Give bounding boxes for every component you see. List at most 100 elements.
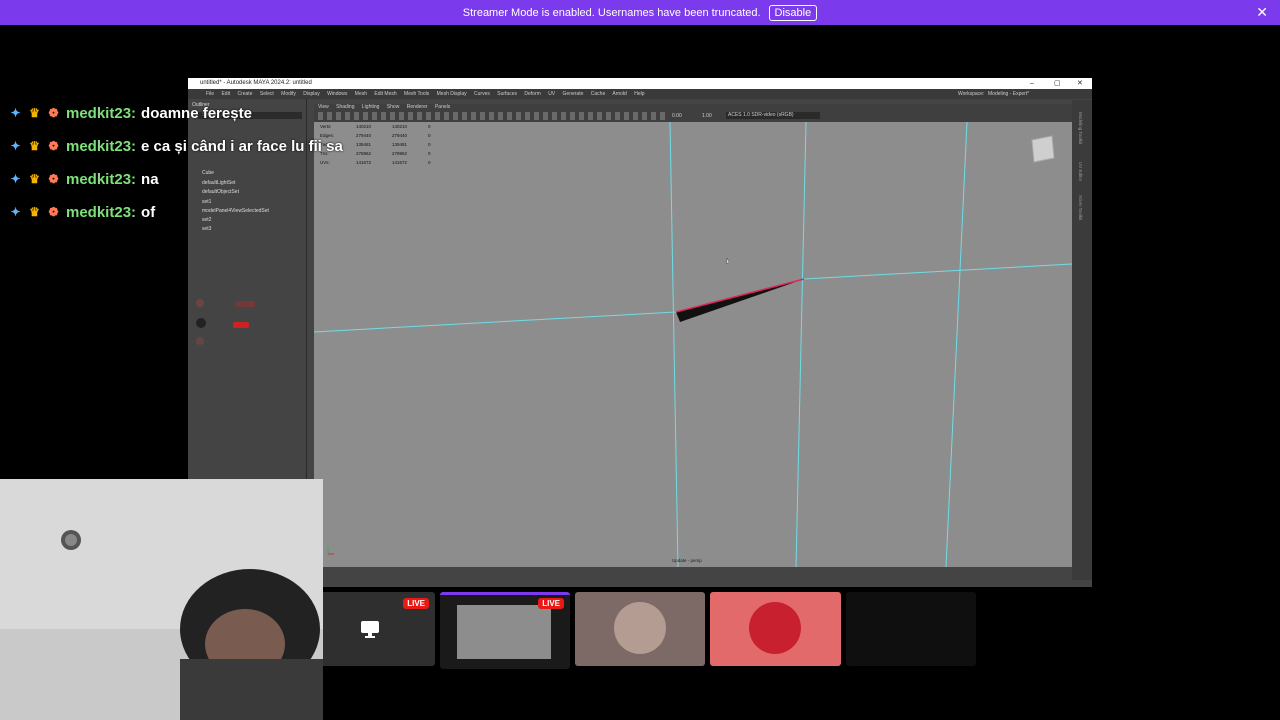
participant-tile-user[interactable] xyxy=(710,592,841,666)
menu-display[interactable]: Display xyxy=(303,91,319,97)
workspace-label: Workspace: xyxy=(958,91,985,97)
outliner-item[interactable]: defaultObjectSet xyxy=(202,189,239,195)
menu-create[interactable]: Create xyxy=(237,91,252,97)
workspace-select[interactable]: Modeling - Expert* xyxy=(988,89,1029,99)
colorspace-select[interactable]: ACES 1.0 SDR-video (sRGB) xyxy=(726,112,820,119)
hud-value: 141672 xyxy=(356,160,372,165)
webcam-image xyxy=(0,479,323,720)
live-badge: LIVE xyxy=(538,598,564,609)
screen-share-icon xyxy=(361,621,379,638)
participant-tile-maya-stream[interactable]: LIVE xyxy=(440,592,570,669)
panel-menu-lighting[interactable]: Lighting xyxy=(362,104,380,110)
crown-badge-icon: ♛ xyxy=(29,139,40,153)
menu-file[interactable]: File xyxy=(206,91,214,97)
close-icon[interactable]: ✕ xyxy=(1256,4,1268,21)
panel-menu-renderer[interactable]: Renderer xyxy=(407,104,428,110)
mesh-edge xyxy=(669,122,679,567)
chat-text: e ca și când i ar face lu fii sa xyxy=(141,137,343,155)
viewport-toolbar: View Shading Lighting Show Renderer Pane… xyxy=(314,104,1072,122)
swirl-badge-icon: ❁ xyxy=(48,205,59,219)
panel-menu-panels[interactable]: Panels xyxy=(435,104,450,110)
sword-badge-icon: ✦ xyxy=(10,172,21,186)
sword-badge-icon: ✦ xyxy=(10,106,21,120)
side-tab-modeling-toolkit[interactable]: Modeling Toolkit xyxy=(1078,112,1083,144)
outliner-item[interactable]: modelPanel4ViewSelectedSet xyxy=(202,208,269,214)
overlay-avatar-row xyxy=(196,299,266,309)
menu-mesh-tools[interactable]: Mesh Tools xyxy=(404,91,429,97)
chat-username[interactable]: medkit23: xyxy=(66,138,136,155)
hud-value: 278962 xyxy=(356,151,372,156)
participant-tile-screenshare[interactable]: LIVE xyxy=(305,592,435,666)
participant-tile-user[interactable] xyxy=(575,592,705,666)
hud-value: 139481 xyxy=(356,142,372,147)
menu-mesh[interactable]: Mesh xyxy=(355,91,367,97)
selected-edge xyxy=(675,278,805,313)
menu-uv[interactable]: UV xyxy=(548,91,555,97)
swirl-badge-icon: ❁ xyxy=(48,106,59,120)
chat-username[interactable]: medkit23: xyxy=(66,204,136,221)
hud-value: 139481 xyxy=(392,142,408,147)
maximize-icon[interactable]: ▢ xyxy=(1054,78,1061,89)
maya-viewport[interactable]: Verts: 140210 140210 0 Edges: 279440 279440 0 … xyxy=(314,122,1072,567)
maya-menu-bar: File Edit Create Select Modify Display W… xyxy=(188,89,1092,99)
viewport-icon-toolbar[interactable] xyxy=(318,112,668,120)
chat-message: ✦ ♛ ❁ medkit23: of xyxy=(7,200,155,224)
hud-value: 0 xyxy=(428,133,431,138)
exposure-field[interactable]: 0.00 xyxy=(672,113,682,119)
mesh-hole xyxy=(676,279,804,322)
hud-value: 279440 xyxy=(392,133,408,138)
menu-cache[interactable]: Cache xyxy=(591,91,605,97)
participant-tile-empty[interactable] xyxy=(846,592,976,666)
window-close-icon[interactable]: ✕ xyxy=(1077,78,1083,89)
menu-modify[interactable]: Modify xyxy=(281,91,296,97)
menu-generate[interactable]: Generate xyxy=(563,91,584,97)
menu-deform[interactable]: Deform xyxy=(524,91,540,97)
disable-button[interactable]: Disable xyxy=(768,4,818,21)
menu-mesh-display[interactable]: Mesh Display xyxy=(437,91,467,97)
crown-badge-icon: ♛ xyxy=(29,106,40,120)
panel-menu-show[interactable]: Show xyxy=(387,104,400,110)
menu-surfaces[interactable]: Surfaces xyxy=(497,91,517,97)
panel-menu-view[interactable]: View xyxy=(318,104,329,110)
webcam-feed xyxy=(0,479,323,720)
mouse-cursor-icon xyxy=(726,257,730,265)
hud-label: UVs: xyxy=(320,160,330,165)
hud-value: 0 xyxy=(428,142,431,147)
mesh-wireframe xyxy=(314,122,1072,567)
mesh-edge xyxy=(803,263,1072,280)
hud-label: Verts: xyxy=(320,124,332,129)
side-tab-xgen[interactable]: XGen Toolkit xyxy=(1078,195,1083,220)
chat-text: of xyxy=(141,203,156,221)
outliner-item[interactable]: set1 xyxy=(202,199,211,205)
menu-arnold[interactable]: Arnold xyxy=(612,91,626,97)
hud-value: 278962 xyxy=(392,151,408,156)
chat-username[interactable]: medkit23: xyxy=(66,105,136,122)
panel-menu-shading[interactable]: Shading xyxy=(336,104,354,110)
menu-select[interactable]: Select xyxy=(260,91,274,97)
chat-text: doamne ferește xyxy=(141,104,252,122)
viewport-camera-label: Update - persp xyxy=(672,558,702,563)
menu-windows[interactable]: Windows xyxy=(327,91,347,97)
sword-badge-icon: ✦ xyxy=(10,139,21,153)
outliner-item[interactable]: set3 xyxy=(202,226,211,232)
menu-edit[interactable]: Edit xyxy=(221,91,230,97)
gamma-field[interactable]: 1.00 xyxy=(702,113,712,119)
outliner-item[interactable]: defaultLightSet xyxy=(202,180,235,186)
side-tab-strip: Modeling Toolkit UV Editor XGen Toolkit xyxy=(1072,100,1092,580)
menu-edit-mesh[interactable]: Edit Mesh xyxy=(374,91,396,97)
menu-help[interactable]: Help xyxy=(634,91,644,97)
view-cube-icon[interactable] xyxy=(1031,135,1055,163)
minimize-icon[interactable]: – xyxy=(1030,78,1034,89)
stream-thumbnail xyxy=(457,605,551,659)
side-tab-uv-editor[interactable]: UV Editor xyxy=(1078,162,1083,181)
hud-value: 140210 xyxy=(392,124,408,129)
menu-curves[interactable]: Curves xyxy=(474,91,490,97)
mesh-edge xyxy=(314,311,677,333)
outliner-item[interactable]: set2 xyxy=(202,217,211,223)
outliner-item[interactable]: Cube xyxy=(202,170,214,176)
hud-value: 0 xyxy=(428,151,431,156)
hud-value: 0 xyxy=(428,124,431,129)
chat-username[interactable]: medkit23: xyxy=(66,171,136,188)
avatar xyxy=(749,602,801,654)
overlay-avatar-row xyxy=(196,318,266,328)
